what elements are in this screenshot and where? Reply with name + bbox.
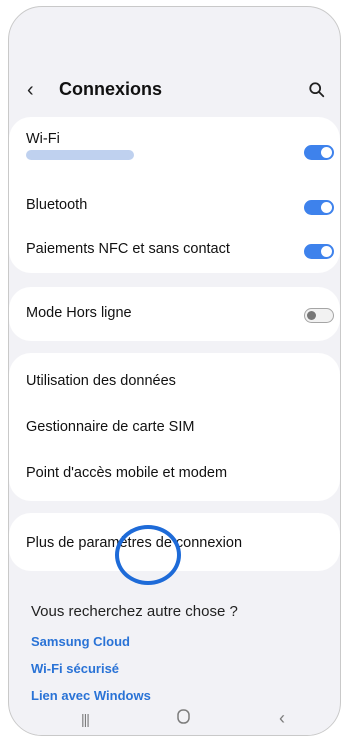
bluetooth-row[interactable]: Bluetooth [9,183,340,229]
nfc-row[interactable]: Paiements NFC et sans contact [9,227,340,273]
back-icon[interactable]: ‹ [279,708,285,729]
data-usage-row[interactable]: Utilisation des données [9,357,340,403]
connections-card: Wi-Fi Bluetooth Paiements NFC et sans co… [9,117,340,273]
data-usage-label: Utilisation des données [26,373,176,389]
airplane-mode-row[interactable]: Mode Hors ligne [9,291,340,337]
airplane-mode-label: Mode Hors ligne [26,305,132,321]
phone-frame: ‹ Connexions Wi-Fi Bluetooth Paiements N… [8,6,341,736]
samsung-cloud-link[interactable]: Samsung Cloud [31,634,130,649]
wifi-label: Wi-Fi [26,131,60,147]
page-title: Connexions [59,79,163,99]
wifi-network-name-blurred [26,150,134,160]
wifi-row[interactable]: Wi-Fi [9,123,340,169]
wifi-toggle[interactable] [304,145,334,160]
link-to-windows-link[interactable]: Lien avec Windows [31,688,151,703]
app-header: ‹ Connexions [9,69,340,113]
suggestions-title: Vous recherchez autre chose ? [31,603,238,620]
hotspot-label: Point d'accès mobile et modem [26,465,228,481]
hotspot-row[interactable]: Point d'accès mobile et modem [9,451,340,497]
back-arrow-icon[interactable]: ‹ [27,77,47,103]
tap-highlight-circle [115,525,181,585]
bluetooth-toggle[interactable] [304,200,334,215]
navigation-bar: ||| ‹ [9,707,340,735]
search-icon[interactable] [308,81,326,99]
offline-card: Mode Hors ligne [9,287,340,341]
nfc-label: Paiements NFC et sans contact [26,241,230,257]
data-card: Utilisation des données Gestionnaire de … [9,353,340,501]
bluetooth-label: Bluetooth [26,197,88,213]
home-icon[interactable] [177,709,190,727]
nfc-toggle[interactable] [304,244,334,259]
sim-manager-row[interactable]: Gestionnaire de carte SIM [9,405,340,451]
airplane-mode-toggle[interactable] [304,308,334,323]
recent-apps-icon[interactable]: ||| [81,711,90,727]
secure-wifi-link[interactable]: Wi-Fi sécurisé [31,661,119,676]
sim-manager-label: Gestionnaire de carte SIM [26,419,195,435]
